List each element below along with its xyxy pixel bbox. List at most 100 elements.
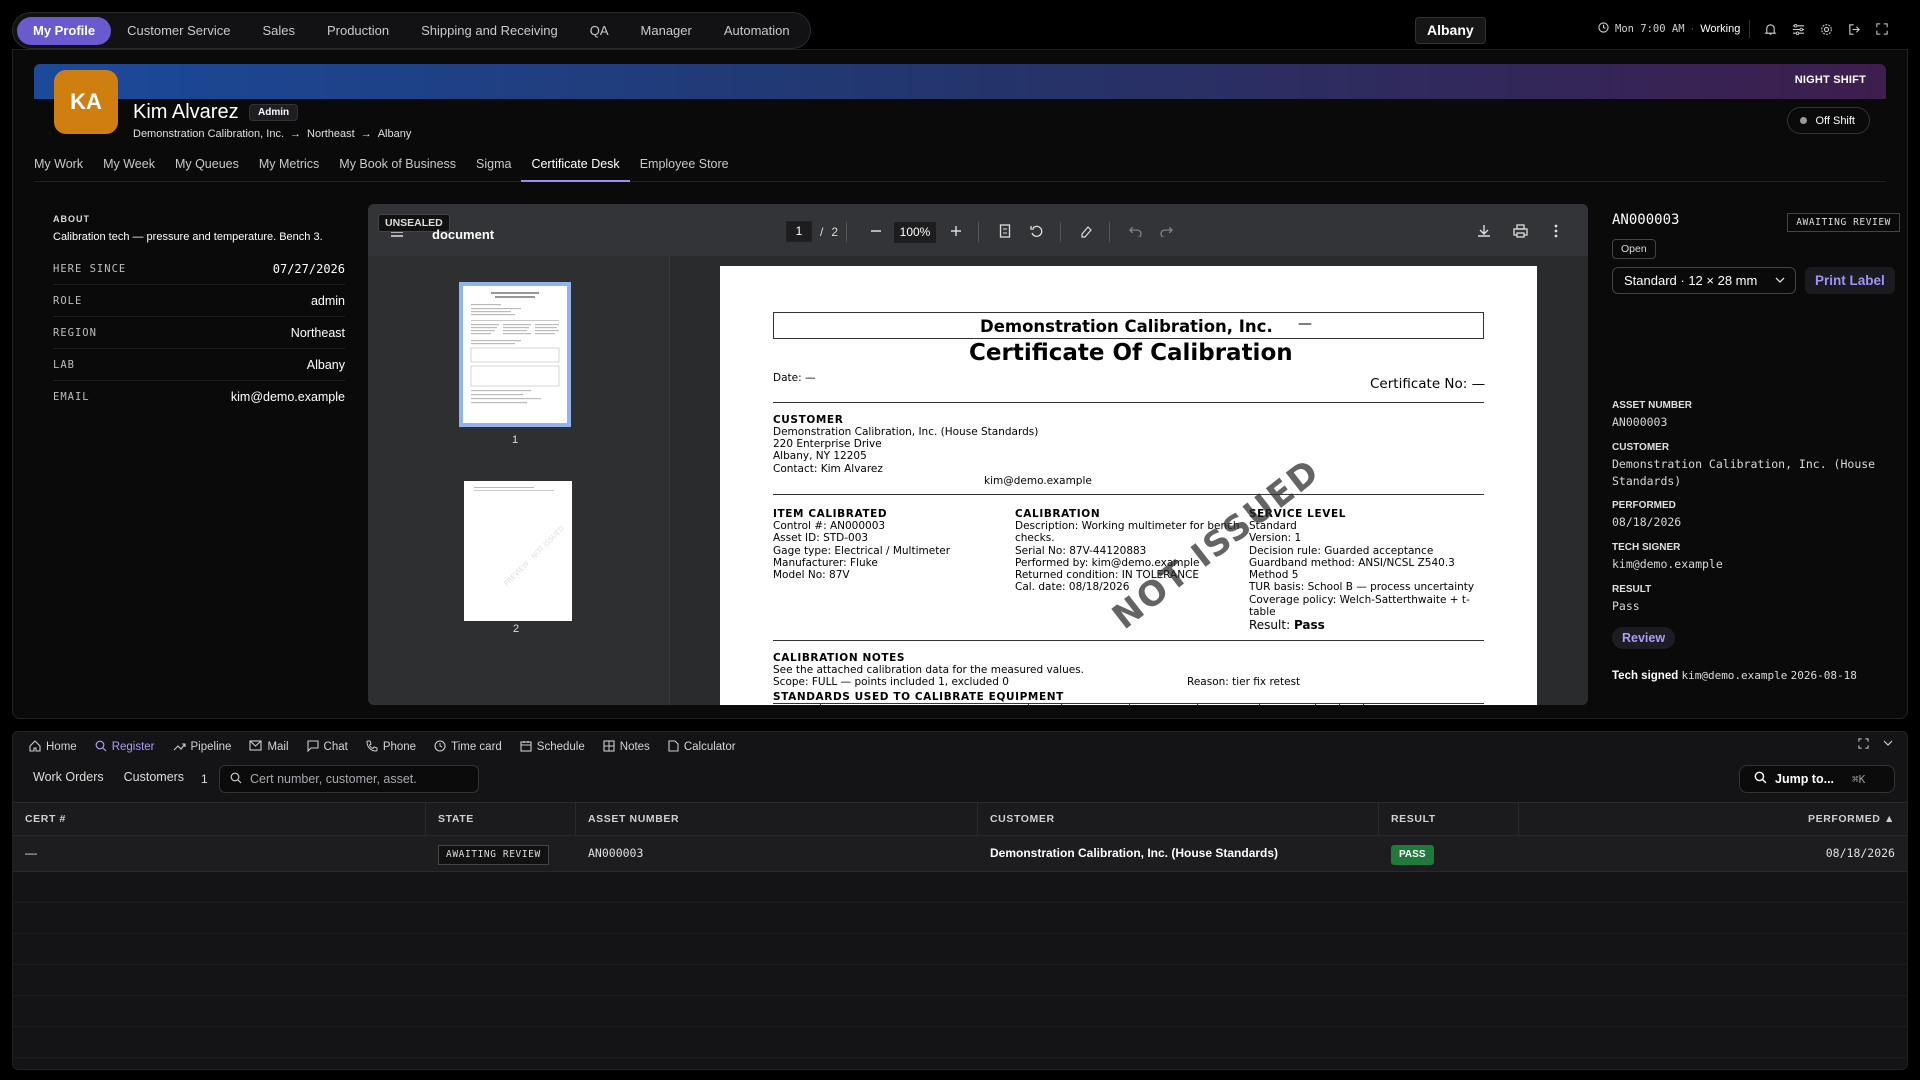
about-row: LAB Albany bbox=[53, 349, 345, 381]
rotate-icon[interactable] bbox=[1027, 221, 1047, 241]
label-size-select[interactable]: Standard · 12 × 28 mm bbox=[1612, 267, 1796, 294]
search-input[interactable] bbox=[250, 772, 470, 786]
download-icon[interactable] bbox=[1474, 221, 1494, 241]
tech-signed-line: Tech signed kim@demo.example 2026-08-18 bbox=[1612, 669, 1857, 682]
about-email[interactable]: kim@demo.example bbox=[231, 390, 345, 404]
pdf-standards-table bbox=[773, 703, 1484, 705]
dock-schedule[interactable]: Schedule bbox=[520, 740, 585, 755]
dock-chat[interactable]: Chat bbox=[306, 739, 348, 755]
dock-register[interactable]: Register bbox=[95, 740, 155, 755]
pdf-notes-line: See the attached calibration data for th… bbox=[773, 664, 1085, 676]
zoom-level[interactable]: 100% bbox=[894, 222, 936, 243]
tab-my-book-of-business[interactable]: My Book of Business bbox=[329, 152, 466, 182]
label-size-value: Standard · 12 × 28 mm bbox=[1624, 273, 1758, 288]
expand-icon[interactable] bbox=[1858, 738, 1869, 752]
pdf-item-line: Gage type: Electrical / Multimeter bbox=[773, 545, 951, 557]
location-switcher[interactable]: Albany bbox=[1415, 17, 1486, 44]
pdf-calibration-heading: CALIBRATION bbox=[1015, 508, 1101, 520]
undo-icon[interactable] bbox=[1125, 221, 1145, 241]
dock-phone[interactable]: Phone bbox=[366, 740, 416, 755]
detail-key: TECH SIGNER bbox=[1612, 542, 1681, 553]
page-number-input[interactable]: 1 bbox=[786, 221, 812, 242]
zoom-out-icon[interactable] bbox=[866, 221, 886, 241]
shift-status-pill[interactable]: Off Shift bbox=[1787, 107, 1870, 134]
cell-state: AWAITING REVIEW bbox=[426, 836, 576, 871]
mail-icon bbox=[249, 740, 262, 754]
about-key: HERE SINCE bbox=[53, 262, 127, 275]
tab-my-work[interactable]: My Work bbox=[34, 152, 93, 182]
table-row[interactable]: — AWAITING REVIEW AN000003 Demonstration… bbox=[13, 836, 1907, 872]
nav-manager[interactable]: Manager bbox=[625, 17, 708, 45]
open-button[interactable]: Open bbox=[1612, 239, 1656, 259]
register-search[interactable] bbox=[219, 765, 479, 793]
page-thumbnail-1[interactable] bbox=[459, 282, 571, 427]
bell-icon[interactable] bbox=[1759, 18, 1781, 40]
tech-signed-label: Tech signed bbox=[1612, 670, 1679, 682]
print-icon[interactable] bbox=[1510, 221, 1530, 241]
main-nav: My Profile Customer Service Sales Produc… bbox=[12, 12, 811, 49]
empty-row bbox=[13, 996, 1907, 1027]
column-header-state[interactable]: STATE bbox=[426, 803, 576, 835]
logout-icon[interactable] bbox=[1843, 18, 1865, 40]
breadcrumb: Demonstration Calibration, Inc. → Northe… bbox=[133, 128, 411, 140]
dock-notes[interactable]: Notes bbox=[603, 739, 650, 755]
print-label-button[interactable]: Print Label bbox=[1805, 267, 1895, 294]
dock-time-card[interactable]: Time card bbox=[434, 739, 502, 755]
fullscreen-icon[interactable] bbox=[1871, 18, 1893, 40]
zoom-in-icon[interactable] bbox=[946, 221, 966, 241]
jump-to-button[interactable]: Jump to... ⌘K bbox=[1739, 765, 1895, 793]
pdf-svc-line: TUR basis: School B — process uncertaint… bbox=[1249, 581, 1475, 593]
nav-my-profile[interactable]: My Profile bbox=[17, 16, 112, 45]
more-vertical-icon[interactable] bbox=[1546, 221, 1566, 241]
fit-page-icon[interactable] bbox=[995, 221, 1015, 241]
nav-production[interactable]: Production bbox=[311, 17, 405, 45]
about-value: Northeast bbox=[290, 325, 345, 340]
work-status[interactable]: Working bbox=[1700, 23, 1740, 35]
column-header-cert[interactable]: CERT # bbox=[13, 803, 426, 835]
empty-row bbox=[13, 872, 1907, 903]
breadcrumb-region[interactable]: Northeast bbox=[307, 128, 355, 140]
nav-automation[interactable]: Automation bbox=[708, 17, 806, 45]
breadcrumb-company[interactable]: Demonstration Calibration, Inc. bbox=[133, 128, 284, 140]
nav-customer-service[interactable]: Customer Service bbox=[111, 17, 246, 45]
tab-customers[interactable]: Customers bbox=[124, 770, 204, 784]
tab-certificate-desk[interactable]: Certificate Desk bbox=[521, 152, 630, 182]
chevron-down-icon[interactable] bbox=[1883, 738, 1893, 752]
tab-my-queues[interactable]: My Queues bbox=[165, 152, 249, 182]
tab-my-week[interactable]: My Week bbox=[93, 152, 165, 182]
column-header-result[interactable]: RESULT bbox=[1379, 803, 1519, 835]
breadcrumb-lab[interactable]: Albany bbox=[378, 128, 412, 140]
dock-label: Chat bbox=[323, 741, 348, 753]
tab-employee-store[interactable]: Employee Store bbox=[630, 152, 739, 182]
column-header-asset[interactable]: ASSET NUMBER bbox=[576, 803, 978, 835]
column-header-performed[interactable]: PERFORMED ▲ bbox=[1519, 803, 1907, 835]
tab-my-metrics[interactable]: My Metrics bbox=[249, 152, 329, 182]
phone-icon bbox=[366, 740, 378, 755]
about-value: admin bbox=[310, 293, 345, 308]
sliders-icon[interactable] bbox=[1787, 18, 1809, 40]
tab-work-orders[interactable]: Work Orders bbox=[33, 770, 124, 784]
nav-sales[interactable]: Sales bbox=[246, 17, 311, 45]
detail-key: ASSET NUMBER bbox=[1612, 400, 1693, 411]
pdf-company-dash: — bbox=[1298, 316, 1312, 332]
nav-qa[interactable]: QA bbox=[574, 17, 625, 45]
redo-icon[interactable] bbox=[1156, 221, 1176, 241]
page-thumbnail-2[interactable]: PREVIEW · NOT ISSUED bbox=[464, 481, 572, 621]
dock-pipeline[interactable]: Pipeline bbox=[173, 740, 231, 755]
pdf-cert-no: Certificate No: — bbox=[1370, 376, 1486, 392]
shift-status-text: Off Shift bbox=[1815, 114, 1855, 127]
tab-sigma[interactable]: Sigma bbox=[466, 152, 521, 182]
pdf-item-heading: ITEM CALIBRATED bbox=[773, 508, 888, 520]
state-chip: AWAITING REVIEW bbox=[438, 845, 549, 865]
chat-icon bbox=[306, 739, 319, 755]
column-header-customer[interactable]: CUSTOMER bbox=[978, 803, 1379, 835]
nav-shipping-receiving[interactable]: Shipping and Receiving bbox=[405, 17, 574, 45]
dock-mail[interactable]: Mail bbox=[249, 740, 289, 754]
dock-home[interactable]: Home bbox=[29, 739, 77, 755]
detail-value: Pass bbox=[1612, 599, 1640, 613]
review-button[interactable]: Review bbox=[1612, 627, 1676, 649]
gear-icon[interactable] bbox=[1815, 18, 1837, 40]
pdf-customer-line: Contact: Kim Alvarez bbox=[773, 463, 883, 475]
dock-calculator[interactable]: Calculator bbox=[668, 739, 736, 755]
annotate-icon[interactable] bbox=[1077, 221, 1097, 241]
